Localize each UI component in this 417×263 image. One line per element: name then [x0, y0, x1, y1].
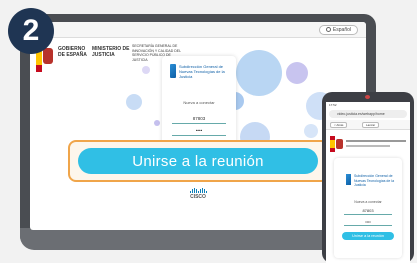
- cisco-wordmark: CISCO: [190, 194, 206, 200]
- ministry-label: MINISTERIO DE JUSTICIA: [92, 46, 130, 58]
- phone-screen: 17:52 video.justicia.es/webapp/home < At…: [326, 102, 410, 263]
- phone-login-card: Subdirección General de Nuevas Tecnologí…: [334, 158, 402, 258]
- government-label: GOBIERNO DE ESPAÑA: [58, 46, 87, 58]
- organization-name: Subdirección General de Nuevas Tecnologí…: [179, 64, 225, 79]
- spain-flag-icon: [330, 136, 335, 152]
- back-button[interactable]: < Atrás: [330, 122, 348, 128]
- phone-status-bar: 17:52: [326, 102, 410, 108]
- decorative-bubble: [126, 94, 142, 110]
- globe-icon: [325, 27, 331, 32]
- language-label: Español: [332, 27, 351, 33]
- decorative-bubble: [154, 120, 160, 126]
- login-prompt: Nueva a conectar: [354, 200, 382, 204]
- header-line: [346, 140, 406, 142]
- camera-icon: [365, 95, 370, 99]
- decorative-bubble: [142, 66, 150, 74]
- coat-of-arms-icon: [336, 139, 343, 149]
- language-selector[interactable]: Español: [318, 25, 358, 35]
- cisco-logo: CISCO: [186, 188, 210, 200]
- decorative-bubble: [286, 62, 308, 84]
- decorative-bubble: [304, 124, 318, 138]
- organization-name: Subdirección General de Nuevas Tecnologí…: [354, 174, 395, 187]
- justice-logo-icon: [346, 174, 351, 185]
- phone-government-header: [326, 132, 410, 154]
- password-field[interactable]: ••••: [172, 128, 226, 136]
- tutorial-illustration: Español GOBIERNO DE ESPAÑA MINISTERIO DE…: [0, 0, 417, 263]
- phone-nav-bar: < Atrás Lanzar: [326, 120, 410, 130]
- meeting-id-field[interactable]: 87803: [344, 208, 392, 215]
- justice-logo-icon: [170, 64, 176, 78]
- browser-toolbar: Español: [30, 22, 366, 38]
- phone-join-button[interactable]: Unirse a la reunión: [342, 232, 394, 240]
- join-meeting-button[interactable]: Unirse a la reunión: [78, 148, 318, 174]
- meeting-id-field[interactable]: 87803: [172, 116, 226, 124]
- launch-button[interactable]: Lanzar: [362, 122, 380, 128]
- coat-of-arms-icon: [43, 48, 53, 64]
- cisco-bars-icon: [186, 188, 210, 193]
- header-line: [346, 145, 390, 147]
- decorative-bubble: [236, 50, 282, 96]
- step-number-badge: 2: [8, 8, 54, 54]
- login-prompt: Nueva a conectar: [183, 100, 215, 105]
- status-time: 17:52: [329, 103, 337, 107]
- phone-url-bar[interactable]: video.justicia.es/webapp/home: [329, 110, 407, 118]
- password-field[interactable]: ••••: [344, 219, 392, 226]
